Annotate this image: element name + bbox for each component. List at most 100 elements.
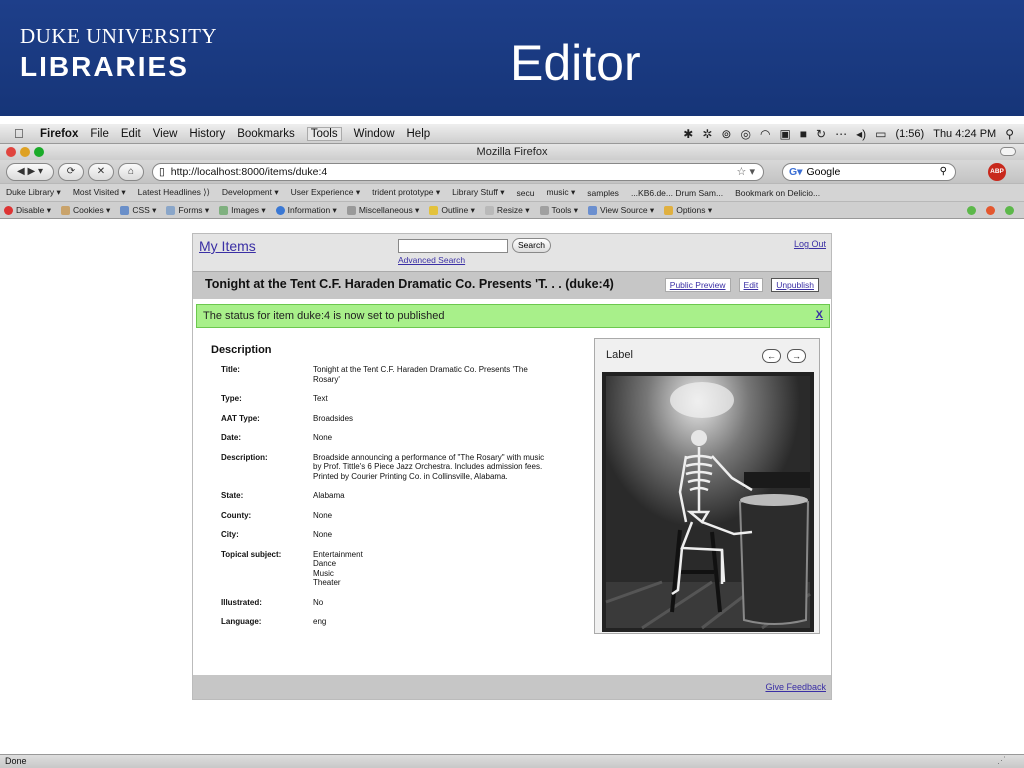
- battery-icon[interactable]: ▭: [875, 127, 886, 141]
- google-icon[interactable]: G▾: [789, 166, 802, 178]
- css-icon: [120, 205, 130, 215]
- devbar-resize[interactable]: Resize ▾: [484, 205, 530, 216]
- check-ok-icon[interactable]: [1005, 205, 1014, 215]
- volume-icon[interactable]: ◂): [856, 127, 866, 141]
- give-feedback-link[interactable]: Give Feedback: [765, 682, 826, 692]
- devbar-disable[interactable]: Disable ▾: [4, 205, 51, 216]
- field-value-line: eng: [313, 617, 327, 626]
- bookmark-item[interactable]: Duke Library ▾: [6, 187, 61, 198]
- field-value: Tonight at the Tent C.F. Haraden Dramati…: [313, 365, 553, 384]
- more-icon[interactable]: ⋯: [835, 127, 847, 141]
- menu-app-firefox[interactable]: Firefox: [40, 128, 78, 140]
- apple-icon[interactable]: : [14, 126, 30, 141]
- bookmark-item[interactable]: Most Visited ▾: [73, 187, 126, 198]
- my-items-link[interactable]: My Items: [199, 238, 256, 254]
- monitor-icon[interactable]: ⊚: [721, 127, 731, 141]
- menubar-clock[interactable]: Thu 4:24 PM: [933, 128, 996, 140]
- url-bar[interactable]: ▯ http://localhost:8000/items/duke:4 ☆ ▾: [152, 162, 764, 181]
- field-value-line: No: [313, 597, 324, 607]
- options-icon: [664, 205, 674, 215]
- edit-button[interactable]: Edit: [738, 278, 764, 292]
- search-icon[interactable]: ⚲: [940, 166, 947, 177]
- window-titlebar: Mozilla Firefox: [0, 144, 1024, 160]
- bookmark-item[interactable]: Bookmark on Delicio...: [735, 188, 820, 198]
- devbar-images[interactable]: Images ▾: [219, 205, 266, 216]
- search-input[interactable]: [398, 239, 508, 253]
- public-preview-button[interactable]: Public Preview: [664, 278, 731, 292]
- resize-grip-icon[interactable]: ⋰: [997, 755, 1006, 766]
- back-forward-button[interactable]: ◀ ▶ ▾: [6, 162, 54, 181]
- time-machine-icon[interactable]: ↻: [816, 127, 826, 141]
- bookmark-item[interactable]: Development ▾: [222, 187, 279, 198]
- devbar-label: Cookies ▾: [72, 204, 111, 215]
- stop-button[interactable]: ✕: [88, 162, 114, 181]
- check-ok-icon[interactable]: [967, 205, 976, 215]
- devbar-miscellaneous[interactable]: Miscellaneous ▾: [346, 205, 419, 216]
- devbar-label: CSS ▾: [132, 204, 157, 215]
- devbar-forms[interactable]: Forms ▾: [166, 205, 209, 216]
- spotlight-icon[interactable]: ⚲: [1005, 127, 1014, 141]
- home-button[interactable]: ⌂: [118, 162, 144, 181]
- bookmark-item[interactable]: samples: [587, 188, 619, 198]
- menu-edit[interactable]: Edit: [121, 128, 141, 140]
- field-row-title: Title: Tonight at the Tent C.F. Haraden …: [221, 365, 561, 384]
- field-row-aat-type: AAT Type: Broadsides: [221, 414, 561, 424]
- advanced-search-link[interactable]: Advanced Search: [398, 255, 465, 265]
- field-label: Type:: [221, 394, 242, 403]
- bookmark-item[interactable]: Latest Headlines ⟩⟩: [138, 187, 210, 198]
- unpublish-button[interactable]: Unpublish: [771, 278, 819, 292]
- bookmark-item[interactable]: music ▾: [546, 187, 575, 198]
- dismiss-status-button[interactable]: X: [816, 309, 823, 321]
- menu-help[interactable]: Help: [407, 128, 431, 140]
- web-page: My Items Search Advanced Search Log Out …: [192, 233, 832, 700]
- devbar-label: Information ▾: [287, 204, 337, 215]
- devbar-cookies[interactable]: Cookies ▾: [60, 204, 111, 216]
- search-bar-placeholder[interactable]: Google: [806, 166, 840, 178]
- slide-header: DUKE UNIVERSITY LIBRARIES Editor: [0, 0, 1024, 116]
- display-icon[interactable]: ▣: [779, 127, 790, 141]
- browser-content: My Items Search Advanced Search Log Out …: [0, 221, 1024, 754]
- bookmark-item[interactable]: User Experience ▾: [291, 187, 360, 198]
- wifi-icon[interactable]: ◠: [760, 127, 770, 141]
- bookmark-item[interactable]: Library Stuff ▾: [452, 187, 504, 198]
- bookmark-item[interactable]: ...KB6.de... Drum Sam...: [631, 188, 723, 198]
- adblock-plus-icon[interactable]: ABP: [988, 162, 1006, 181]
- field-value-line: Rosary': [313, 374, 340, 384]
- url-text[interactable]: http://localhost:8000/items/duke:4: [171, 166, 327, 178]
- devbar-view-source[interactable]: View Source ▾: [588, 205, 654, 216]
- devbar-css[interactable]: CSS ▾: [120, 205, 156, 216]
- bookmark-item[interactable]: trident prototype ▾: [372, 187, 440, 198]
- app-icon[interactable]: ■: [800, 127, 807, 141]
- devbar-options[interactable]: Options ▾: [664, 205, 712, 216]
- devbar-label: Outline ▾: [441, 204, 475, 215]
- search-bar[interactable]: G▾ Google ⚲: [782, 162, 956, 181]
- devbar-outline[interactable]: Outline ▾: [429, 205, 475, 216]
- devbar-information[interactable]: Information ▾: [275, 204, 337, 216]
- menu-bookmarks[interactable]: Bookmarks: [237, 128, 295, 140]
- previous-image-button[interactable]: ←: [762, 349, 781, 363]
- sync-icon[interactable]: ◎: [740, 127, 750, 141]
- bluetooth-icon[interactable]: ✱: [683, 127, 693, 141]
- reload-button[interactable]: ⟳: [58, 162, 84, 181]
- field-label: City:: [221, 530, 239, 539]
- menu-view[interactable]: View: [153, 128, 178, 140]
- menu-window[interactable]: Window: [354, 128, 395, 140]
- item-photograph[interactable]: [602, 372, 814, 632]
- error-icon[interactable]: [986, 205, 995, 215]
- search-button[interactable]: Search: [512, 238, 551, 253]
- menu-tools[interactable]: Tools: [306, 126, 342, 141]
- field-value: Broadsides: [313, 414, 553, 424]
- toolbar-toggle-icon[interactable]: [1000, 147, 1016, 156]
- log-out-link[interactable]: Log Out: [794, 239, 826, 249]
- bookmark-item[interactable]: secu: [516, 188, 534, 198]
- bookmarks-toolbar: Duke Library ▾ Most Visited ▾ Latest Hea…: [0, 183, 1024, 201]
- menu-file[interactable]: File: [90, 128, 109, 140]
- devbar-tools[interactable]: Tools ▾: [539, 205, 578, 216]
- view-source-icon: [588, 205, 597, 215]
- menu-history[interactable]: History: [189, 128, 225, 140]
- next-image-button[interactable]: →: [787, 349, 806, 363]
- field-value-line: Broadsides: [313, 413, 354, 423]
- bookmark-star-icon[interactable]: ☆ ▾: [737, 165, 755, 178]
- script-icon[interactable]: ✲: [702, 127, 712, 141]
- field-value-line: Theater: [313, 578, 341, 587]
